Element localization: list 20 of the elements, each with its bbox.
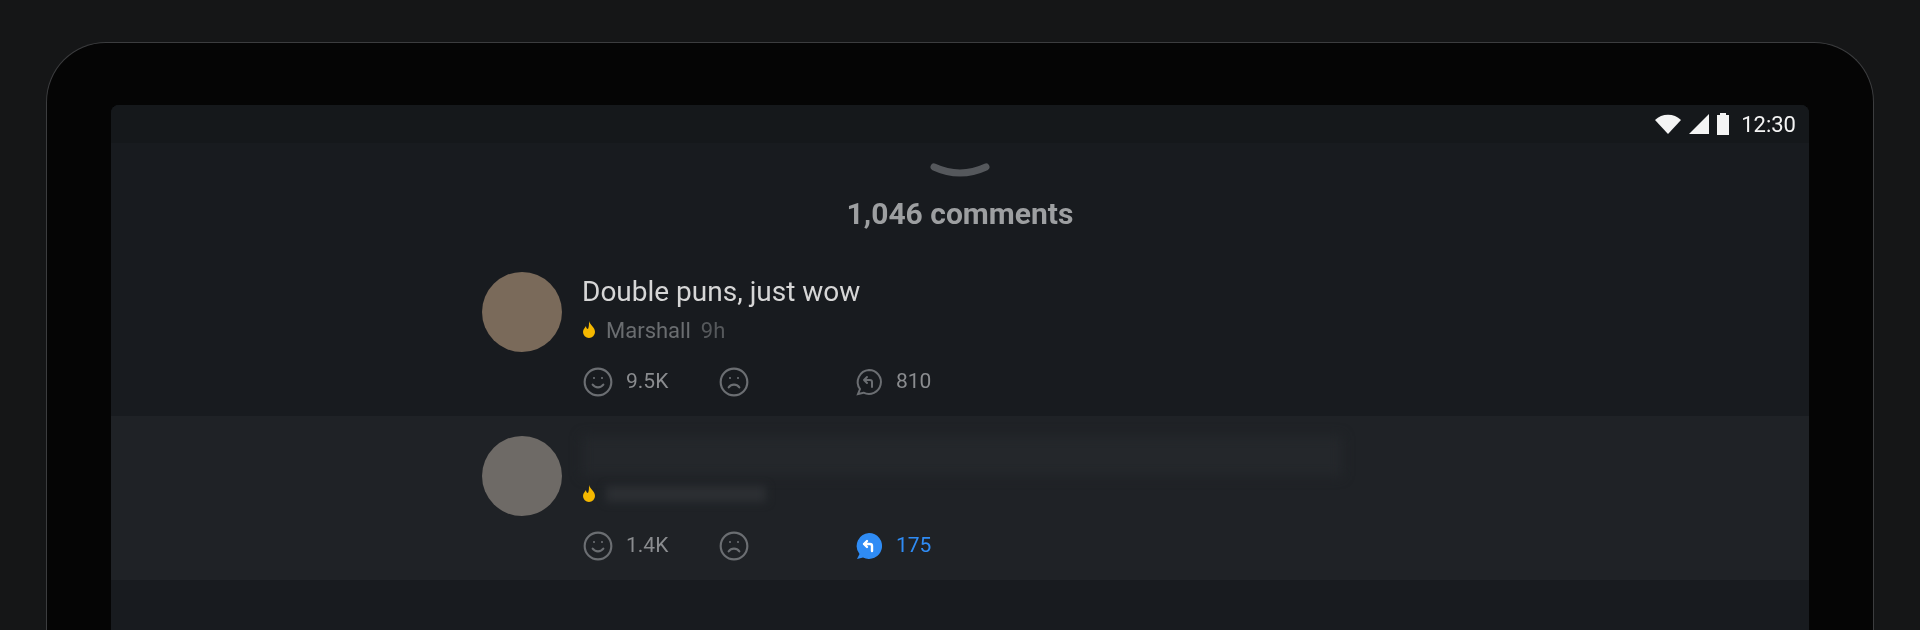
frown-icon[interactable] [718,530,750,562]
smile-icon[interactable] [582,530,614,562]
reply-button[interactable]: 810 [854,366,932,398]
flame-icon [582,321,596,339]
smile-icon[interactable] [582,366,614,398]
frown-icon[interactable] [718,366,750,398]
comments-count: 1,046 comments [846,195,1074,233]
reply-icon [854,367,884,397]
reply-icon [854,531,884,561]
comment-age: 9h [700,316,726,345]
comment-text: Double puns, just wow [582,274,862,310]
likes-count: 9.5K [626,368,669,396]
flame-icon [582,485,596,503]
signal-icon [1689,114,1710,134]
author-name[interactable]: Marshall [606,313,691,347]
likes-count: 1.4K [626,532,669,560]
reply-button[interactable]: 175 [854,530,932,562]
status-time: 12:30 [1741,110,1796,139]
battery-icon [1717,113,1730,135]
wifi-icon [1655,114,1682,134]
